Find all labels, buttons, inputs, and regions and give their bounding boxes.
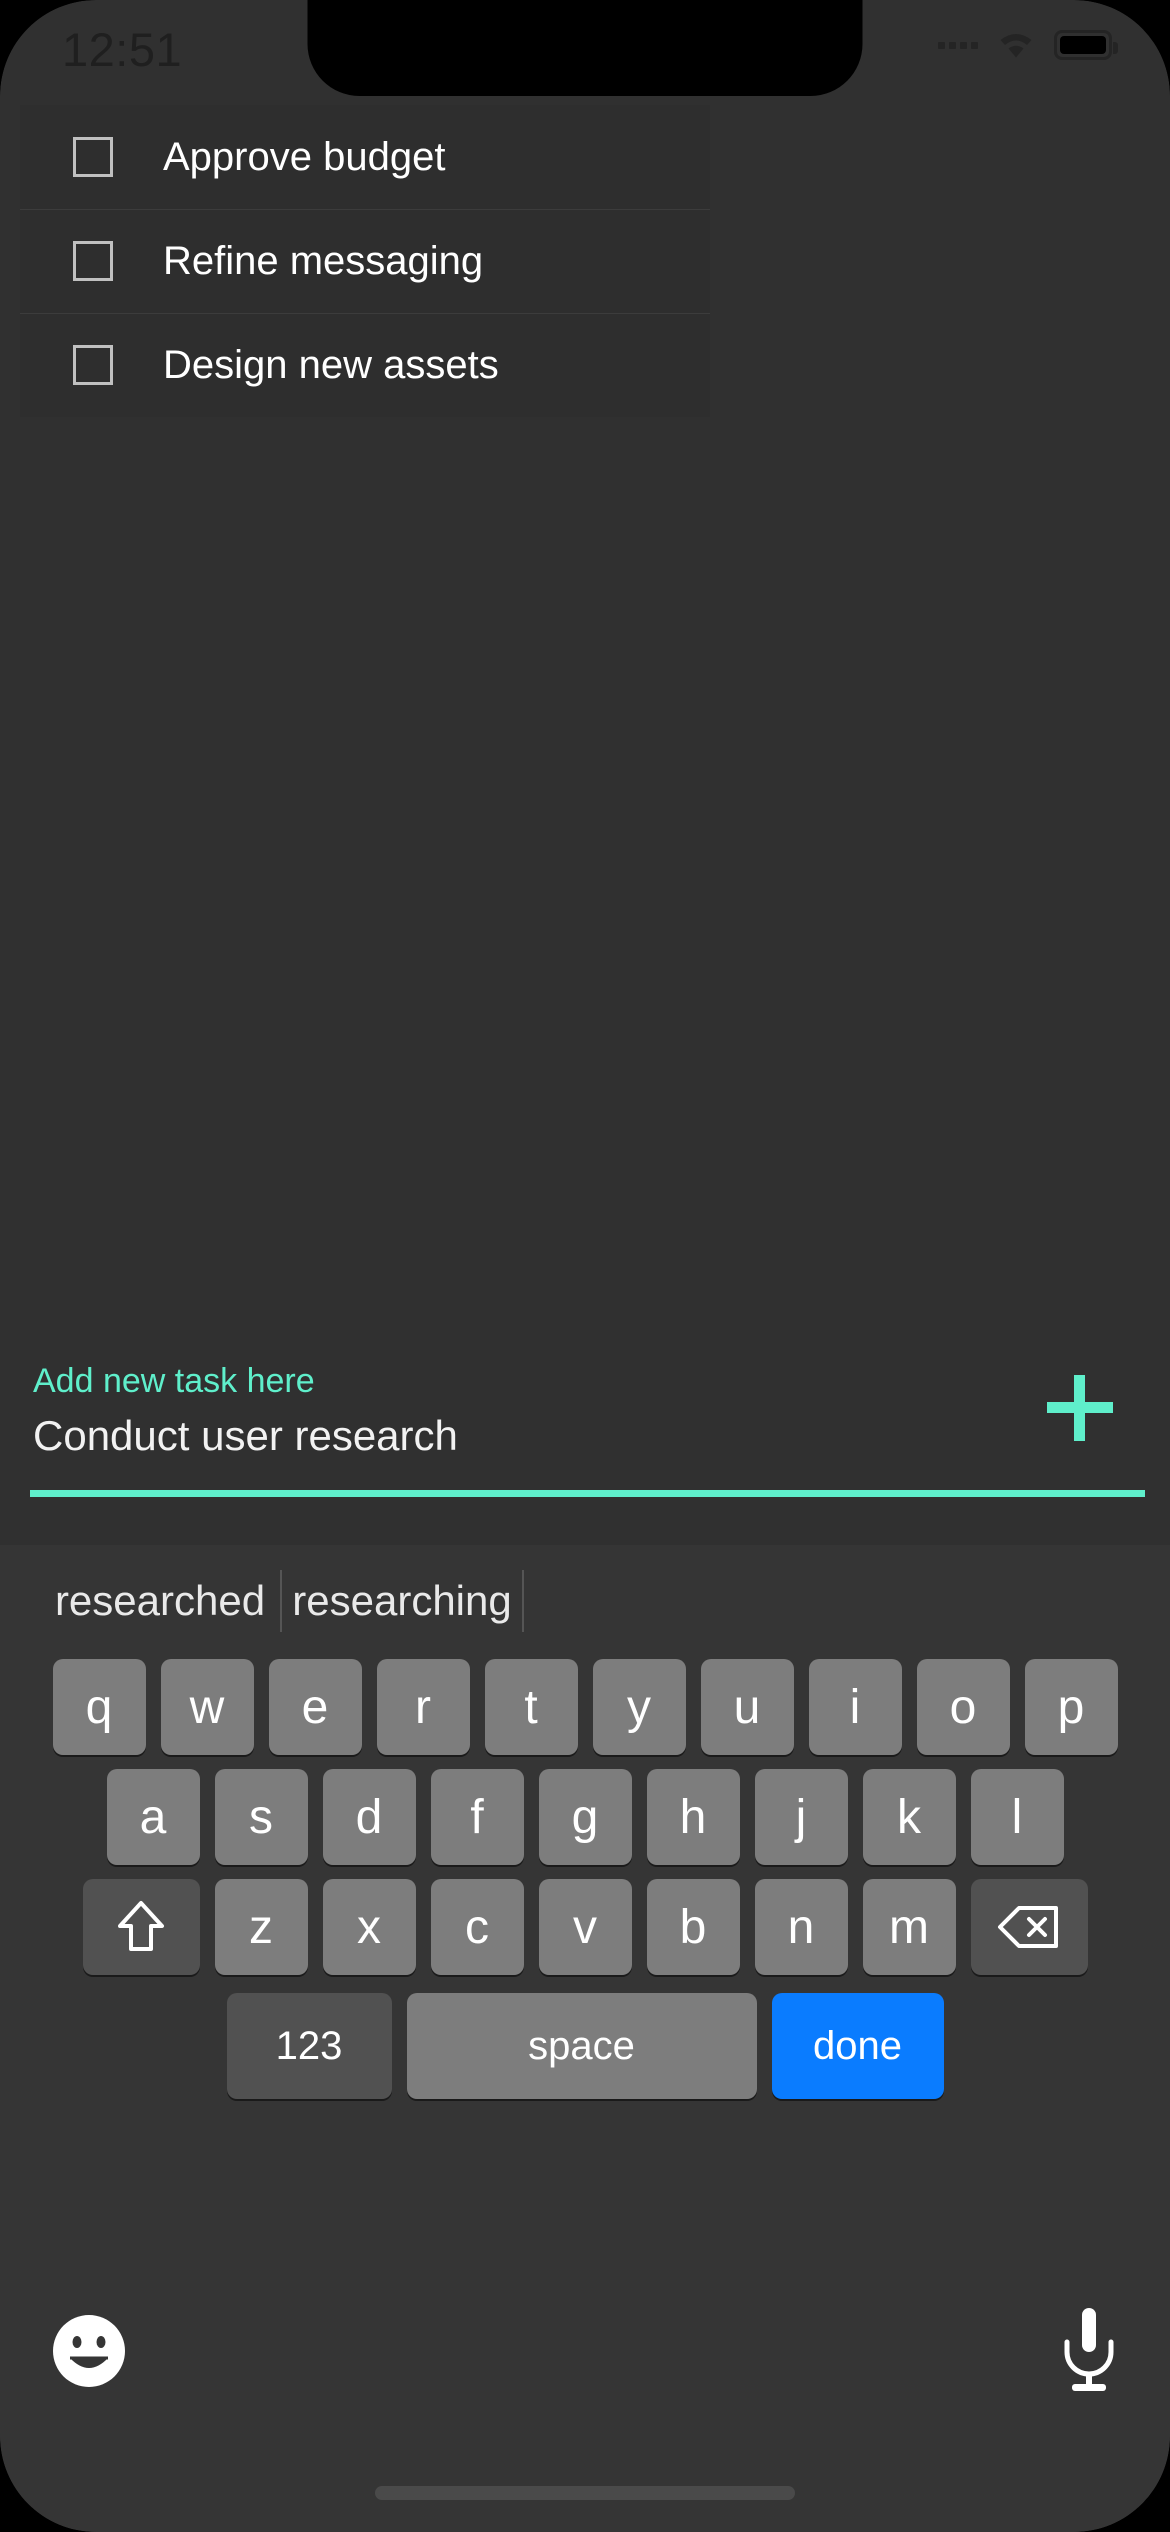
keyboard-row-4: 123 space done	[0, 1993, 1170, 2099]
keyboard-row-2: a s d f g h j k l	[0, 1769, 1170, 1865]
keyboard-keys: q w e r t y u i o p a s d f g h j k l z …	[0, 1659, 1170, 2099]
phone-device-frame: 12:51 Approve budget Refine messaging De…	[0, 0, 1170, 2532]
signal-dots-icon	[938, 41, 978, 49]
task-checkbox[interactable]	[73, 137, 113, 177]
key-shift[interactable]	[82, 1879, 200, 1975]
key-y[interactable]: y	[592, 1659, 686, 1755]
keyboard-utility-row	[0, 2302, 1170, 2422]
plus-icon-vertical	[1074, 1375, 1085, 1441]
key-j[interactable]: j	[754, 1769, 848, 1865]
suggestion-bar: researched researching	[0, 1545, 1170, 1657]
task-list: Approve budget Refine messaging Design n…	[20, 105, 710, 417]
key-r[interactable]: r	[376, 1659, 470, 1755]
key-s[interactable]: s	[214, 1769, 308, 1865]
key-g[interactable]: g	[538, 1769, 632, 1865]
suggestion-item[interactable]: researching	[282, 1577, 522, 1625]
new-task-input[interactable]: Conduct user research	[33, 1412, 458, 1460]
suggestion-divider	[522, 1570, 524, 1632]
on-screen-keyboard: researched researching q w e r t y u i o	[0, 1545, 1170, 2532]
battery-icon	[1054, 30, 1118, 60]
key-m[interactable]: m	[862, 1879, 956, 1975]
key-t[interactable]: t	[484, 1659, 578, 1755]
key-h[interactable]: h	[646, 1769, 740, 1865]
task-checkbox[interactable]	[73, 345, 113, 385]
key-numeric-mode[interactable]: 123	[226, 1993, 392, 2099]
status-bar-clock: 12:51	[62, 23, 183, 76]
new-task-field-label: Add new task here	[33, 1362, 315, 1400]
key-n[interactable]: n	[754, 1879, 848, 1975]
key-k[interactable]: k	[862, 1769, 956, 1865]
key-space[interactable]: space	[406, 1993, 757, 2099]
key-a[interactable]: a	[106, 1769, 200, 1865]
key-z[interactable]: z	[214, 1879, 308, 1975]
shift-icon	[118, 1901, 164, 1951]
key-e[interactable]: e	[268, 1659, 362, 1755]
task-checkbox[interactable]	[73, 241, 113, 281]
key-d[interactable]: d	[322, 1769, 416, 1865]
task-label: Approve budget	[163, 134, 446, 179]
display-notch	[307, 0, 863, 96]
new-task-input-area: Add new task here Conduct user research	[0, 1300, 1170, 1545]
wifi-icon	[1000, 34, 1032, 58]
key-c[interactable]: c	[430, 1879, 524, 1975]
task-row[interactable]: Approve budget	[20, 105, 710, 209]
keyboard-row-1: q w e r t y u i o p	[0, 1659, 1170, 1755]
key-b[interactable]: b	[646, 1879, 740, 1975]
key-i[interactable]: i	[808, 1659, 902, 1755]
keyboard-row-3: z x c v b n m	[0, 1879, 1170, 1975]
task-label: Refine messaging	[163, 238, 484, 283]
phone-screen: 12:51 Approve budget Refine messaging De…	[0, 0, 1170, 2532]
key-u[interactable]: u	[700, 1659, 794, 1755]
key-p[interactable]: p	[1024, 1659, 1118, 1755]
key-v[interactable]: v	[538, 1879, 632, 1975]
key-w[interactable]: w	[160, 1659, 254, 1755]
key-q[interactable]: q	[52, 1659, 146, 1755]
home-indicator	[375, 2486, 795, 2500]
emoji-smiley-icon[interactable]	[50, 2312, 128, 2390]
key-x[interactable]: x	[322, 1879, 416, 1975]
suggestion-item[interactable]: researched	[40, 1577, 280, 1625]
new-task-field-underline	[30, 1490, 1145, 1497]
key-done[interactable]: done	[771, 1993, 944, 2099]
add-task-button[interactable]	[1047, 1375, 1113, 1441]
task-row[interactable]: Design new assets	[20, 313, 710, 417]
task-row[interactable]: Refine messaging	[20, 209, 710, 313]
backspace-icon	[998, 1906, 1058, 1948]
status-bar-indicators	[938, 30, 1118, 60]
microphone-icon[interactable]	[1058, 2306, 1120, 2396]
key-l[interactable]: l	[970, 1769, 1064, 1865]
key-backspace[interactable]	[970, 1879, 1088, 1975]
task-label: Design new assets	[163, 342, 499, 387]
key-o[interactable]: o	[916, 1659, 1010, 1755]
key-f[interactable]: f	[430, 1769, 524, 1865]
